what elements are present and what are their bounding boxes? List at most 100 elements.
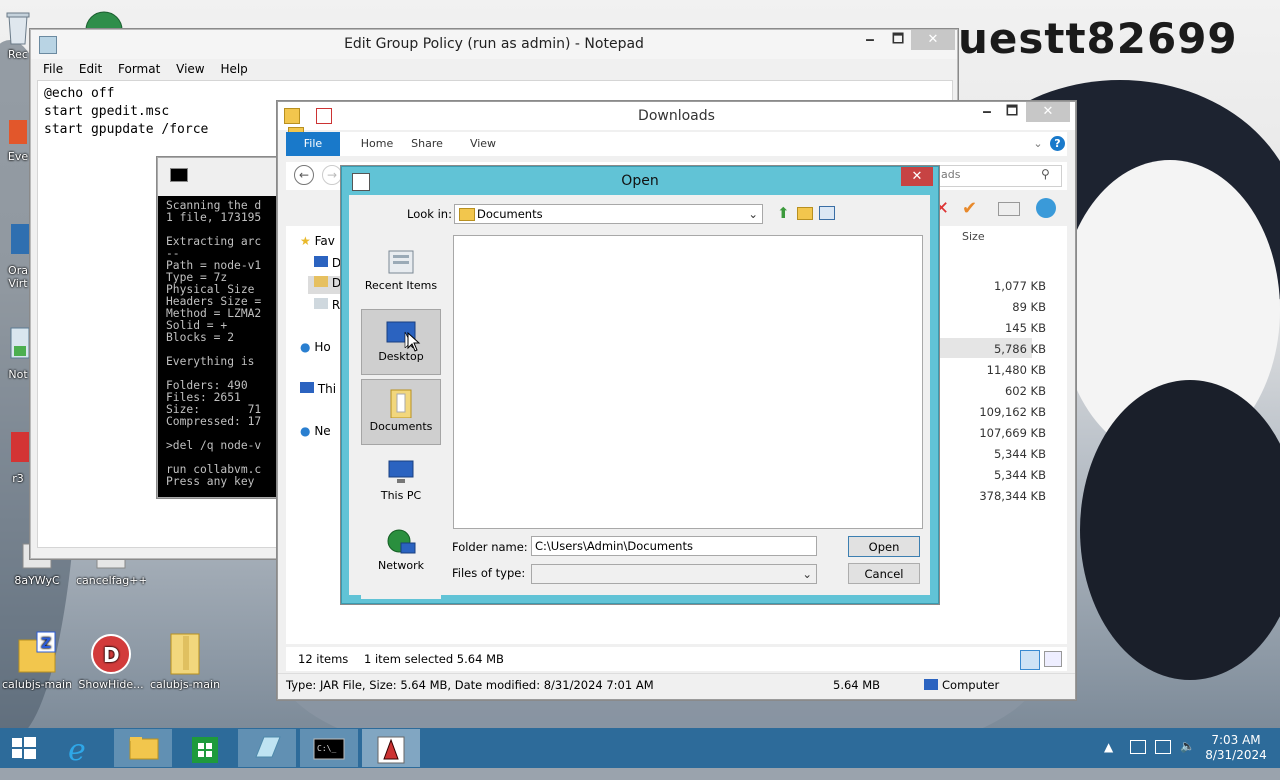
properties-icon[interactable] xyxy=(315,108,332,124)
taskbar-notepad[interactable] xyxy=(238,729,296,767)
chevron-down-icon[interactable]: ⌄ xyxy=(1031,132,1045,156)
open-dialog: Open ✕ Look in: Documents ⌄ ⬆ Recent Ite… xyxy=(341,166,939,604)
look-in-value: Documents xyxy=(477,207,543,221)
explorer-title: Downloads xyxy=(638,108,715,124)
desktop-icon-calubjs-folder[interactable]: calubjs-main xyxy=(150,630,220,691)
open-button[interactable]: Open xyxy=(848,536,920,557)
column-header-size[interactable]: Size xyxy=(962,230,985,243)
look-in-dropdown[interactable]: Documents ⌄ xyxy=(454,204,763,224)
network-tray-icon[interactable] xyxy=(1155,740,1171,756)
menu-format[interactable]: Format xyxy=(118,59,160,79)
internet-explorer-icon: e xyxy=(68,733,86,768)
search-icon[interactable]: ⚲ xyxy=(1041,167,1050,181)
view-menu-icon[interactable] xyxy=(819,206,835,220)
files-of-type-dropdown[interactable]: ⌄ xyxy=(531,564,817,584)
file-explorer-icon xyxy=(129,737,159,760)
network-icon xyxy=(385,527,417,557)
recent-items-icon xyxy=(385,247,417,277)
open-dialog-title: Open xyxy=(621,173,659,189)
back-arrow-icon[interactable]: ← xyxy=(294,165,314,185)
console-titlebar[interactable] xyxy=(158,158,278,196)
notepad-titlebar[interactable]: Edit Group Policy (run as admin) - Notep… xyxy=(31,30,957,59)
show-hidden-icons-button[interactable]: ▲ xyxy=(1104,740,1113,780)
place-documents[interactable]: Documents xyxy=(361,379,441,445)
explorer-status-bar: 12 items 1 item selected 5.64 MB xyxy=(286,647,1067,671)
place-network[interactable]: Network xyxy=(361,519,441,585)
taskbar-java-app[interactable] xyxy=(362,729,420,767)
desktop-icon-showhide[interactable]: D ShowHide... xyxy=(76,630,146,691)
svg-text:Z: Z xyxy=(41,636,51,652)
place-this-pc[interactable]: This PC xyxy=(361,449,441,515)
java-app-icon xyxy=(352,173,370,191)
taskbar-command-prompt[interactable]: C:\_ xyxy=(300,729,358,767)
ribbon-tab-view[interactable]: View xyxy=(462,132,504,156)
command-prompt-icon: C:\_ xyxy=(313,738,345,760)
open-dialog-titlebar[interactable]: Open xyxy=(342,167,938,195)
notepad-icon xyxy=(255,736,281,758)
menu-file[interactable]: File xyxy=(43,59,63,79)
status-item-count: 12 items xyxy=(298,652,349,666)
up-folder-icon[interactable]: ⬆ xyxy=(777,204,790,222)
new-folder-icon[interactable] xyxy=(797,207,813,220)
globe-icon xyxy=(84,8,124,49)
folder-name-input[interactable]: C:\Users\Admin\Documents xyxy=(531,536,817,556)
explorer-ribbon: File Home Share View ⌄ ? xyxy=(286,132,1067,156)
open-dialog-close-button[interactable]: ✕ xyxy=(901,167,933,186)
details-view-icon[interactable] xyxy=(1020,650,1040,670)
taskbar-internet-explorer[interactable]: e xyxy=(52,729,110,768)
action-center-icon[interactable] xyxy=(1130,740,1146,756)
windows-logo-icon xyxy=(12,737,36,759)
files-of-type-label: Files of type: xyxy=(452,566,526,580)
checkmark-icon[interactable]: ✔ xyxy=(962,198,977,219)
ribbon-tab-file[interactable]: File xyxy=(286,132,340,156)
desktop-icon-calubjs-zip[interactable]: Z calubjs-main xyxy=(2,630,72,691)
chevron-down-icon: ⌄ xyxy=(802,567,812,581)
mouse-cursor-icon xyxy=(407,332,421,352)
explorer-maximize-button[interactable]: 🗖 xyxy=(997,102,1027,122)
notepad-maximize-button[interactable]: 🗖 xyxy=(883,30,913,50)
folder-icon xyxy=(459,208,475,221)
large-icons-view-icon[interactable] xyxy=(1044,651,1062,667)
homegroup-icon: ● xyxy=(300,340,311,354)
console-app-icon xyxy=(170,168,188,182)
taskbar-clock[interactable]: 7:03 AM 8/31/2024 xyxy=(1200,733,1272,773)
app-icon xyxy=(5,118,31,148)
file-list-area[interactable] xyxy=(453,235,923,529)
forward-arrow-icon[interactable]: → xyxy=(322,165,342,185)
menu-edit[interactable]: Edit xyxy=(79,59,102,79)
app-icon xyxy=(5,430,31,470)
computer-icon xyxy=(385,457,417,487)
explorer-toolbar-icons: ✕ ✔ xyxy=(928,198,1058,222)
documents-icon xyxy=(385,388,417,419)
notepad-minimize-button[interactable]: 🗕 xyxy=(855,30,885,50)
taskbar: e C:\_ ▲ 🔈 7:03 AM 8/31/2024 xyxy=(0,728,1280,768)
file-size: 602 KB xyxy=(1004,384,1046,398)
desktop-icon xyxy=(314,256,328,267)
folder-icon[interactable] xyxy=(284,108,300,124)
java-icon xyxy=(377,736,405,764)
place-recent-items[interactable]: Recent Items xyxy=(361,239,441,305)
computer-icon xyxy=(924,679,938,690)
explorer-titlebar[interactable]: Downloads xyxy=(278,102,1075,130)
globe-icon[interactable] xyxy=(1036,198,1056,218)
start-button[interactable] xyxy=(0,729,48,767)
menu-view[interactable]: View xyxy=(176,59,204,79)
showhide-icon: D xyxy=(91,630,131,676)
help-icon[interactable]: ? xyxy=(1050,136,1065,151)
place-desktop[interactable]: Desktop xyxy=(361,309,441,375)
volume-muted-icon[interactable]: 🔈 xyxy=(1180,739,1195,779)
notepad-close-button[interactable]: ✕ xyxy=(911,30,955,50)
details-size: 5.64 MB xyxy=(833,678,881,692)
taskbar-file-explorer[interactable] xyxy=(114,729,172,767)
cancel-button[interactable]: Cancel xyxy=(848,563,920,584)
ribbon-tab-share[interactable]: Share xyxy=(404,132,450,156)
explorer-close-button[interactable]: ✕ xyxy=(1026,102,1070,122)
taskbar-store[interactable] xyxy=(176,729,234,767)
menu-help[interactable]: Help xyxy=(220,59,247,79)
rename-icon[interactable] xyxy=(998,202,1020,216)
file-size: 89 KB xyxy=(1012,300,1046,314)
clock-time: 7:03 AM xyxy=(1211,733,1261,747)
ribbon-tab-home[interactable]: Home xyxy=(352,132,402,156)
svg-text:e: e xyxy=(68,733,86,767)
svg-text:C:\_: C:\_ xyxy=(317,744,336,753)
